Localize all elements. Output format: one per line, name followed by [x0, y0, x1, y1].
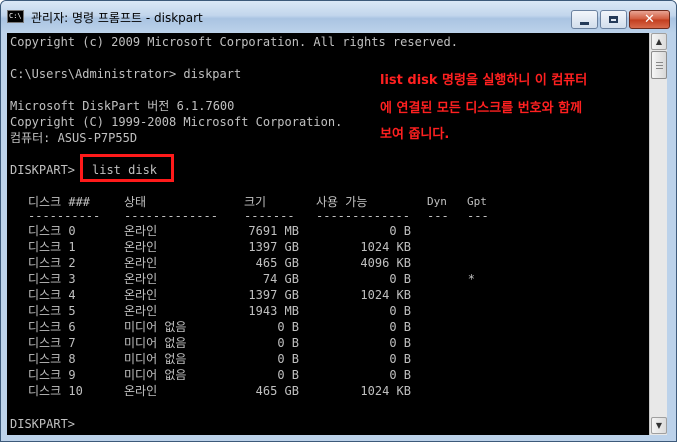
window-title: 관리자: 명령 프롬프트 - diskpart	[31, 11, 203, 25]
table-separator: -------------	[124, 209, 218, 223]
table-cell: 1397 GB	[248, 288, 299, 302]
table-cell: 1024 KB	[360, 384, 411, 398]
table-cell: 0 B	[389, 320, 411, 334]
table-cell: 74 GB	[262, 272, 299, 286]
command-prompt-window: C:\ 관리자: 명령 프롬프트 - diskpart ✕ Copyright …	[0, 0, 677, 442]
table-cell: 디스크 1	[28, 240, 76, 254]
table-cell: 온라인	[124, 304, 158, 318]
table-cell: 디스크 5	[28, 304, 76, 318]
table-cell: 1397 GB	[248, 240, 299, 254]
console-line: C:\Users\Administrator> diskpart	[10, 67, 242, 81]
table-header: 디스크 ###	[28, 195, 91, 209]
table-cell: 온라인	[124, 240, 158, 254]
table-cell: 465 GB	[255, 384, 299, 398]
maximize-icon	[609, 16, 618, 23]
cmd-icon[interactable]: C:\	[7, 10, 24, 23]
console-line: Copyright (c) 2009 Microsoft Corporation…	[10, 35, 458, 49]
table-cell: 1024 KB	[360, 288, 411, 302]
table-cell: *	[467, 272, 475, 286]
table-cell: 온라인	[124, 288, 158, 302]
table-header: Gpt	[467, 195, 487, 208]
table-separator: ----------	[28, 209, 101, 223]
table-cell: 0 B	[389, 336, 411, 350]
table-cell: 0 B	[389, 304, 411, 318]
scroll-up-button[interactable]: ▲	[651, 33, 667, 50]
table-header: 크기	[244, 195, 267, 209]
table-cell: 디스크 8	[28, 352, 76, 366]
table-cell: 0 B	[277, 368, 299, 382]
table-cell: 디스크 4	[28, 288, 76, 302]
table-cell: 디스크 3	[28, 272, 76, 286]
scroll-thumb[interactable]	[651, 51, 667, 79]
table-header: Dyn	[427, 195, 447, 208]
table-cell: 0 B	[277, 320, 299, 334]
table-cell: 1943 MB	[248, 304, 299, 318]
table-cell: 미디어 없음	[124, 352, 187, 366]
table-cell: 디스크 10	[28, 384, 83, 398]
console-line: Copyright (C) 1999-2008 Microsoft Corpor…	[10, 115, 343, 129]
table-cell: 1024 KB	[360, 240, 411, 254]
table-separator: -------------	[316, 209, 410, 223]
grip-line	[656, 65, 663, 66]
minimize-icon	[580, 21, 589, 25]
table-cell: 미디어 없음	[124, 368, 187, 382]
table-cell: 온라인	[124, 256, 158, 270]
table-cell: 0 B	[389, 272, 411, 286]
diskpart-prompt: DISKPART>	[10, 163, 83, 177]
maximize-button[interactable]	[600, 10, 627, 29]
minimize-button[interactable]	[571, 10, 598, 29]
command-highlight-box	[80, 154, 174, 182]
annotation-line: list disk 명령을 실행하니 이 컴퓨터	[380, 73, 588, 88]
close-button[interactable]: ✕	[629, 10, 670, 29]
console-line: Microsoft DiskPart 버전 6.1.7600	[10, 99, 235, 113]
table-cell: 미디어 없음	[124, 320, 187, 334]
annotation-line: 보여 줍니다.	[380, 127, 450, 142]
table-cell: 0 B	[389, 352, 411, 366]
table-cell: 7691 MB	[248, 224, 299, 238]
table-header: 상태	[124, 195, 147, 209]
table-cell: 0 B	[389, 224, 411, 238]
table-cell: 디스크 9	[28, 368, 76, 382]
table-separator: -------	[244, 209, 295, 223]
table-separator: ---	[427, 209, 449, 223]
table-header: 사용 가능	[316, 195, 368, 209]
table-cell: 0 B	[277, 352, 299, 366]
table-cell: 디스크 7	[28, 336, 76, 350]
grip-line	[656, 68, 663, 69]
table-cell: 디스크 6	[28, 320, 76, 334]
scroll-down-button[interactable]: ▼	[651, 417, 667, 434]
console-line: 컴퓨터: ASUS-P7P55D	[10, 131, 138, 145]
table-cell: 디스크 0	[28, 224, 76, 238]
table-cell: 온라인	[124, 272, 158, 286]
table-cell: 온라인	[124, 384, 158, 398]
table-cell: 465 GB	[255, 256, 299, 270]
diskpart-prompt-end: DISKPART>	[10, 417, 76, 431]
table-cell: 0 B	[277, 336, 299, 350]
table-cell: 온라인	[124, 224, 158, 238]
table-cell: 미디어 없음	[124, 336, 187, 350]
table-separator: ---	[467, 209, 489, 223]
table-cell: 4096 KB	[360, 256, 411, 270]
close-icon: ✕	[644, 12, 655, 27]
table-cell: 디스크 2	[28, 256, 76, 270]
title-bar[interactable]: C:\ 관리자: 명령 프롬프트 - diskpart ✕	[1, 1, 676, 33]
annotation-line: 에 연결된 모든 디스크를 번호와 함께	[380, 101, 583, 116]
console-output[interactable]: Copyright (c) 2009 Microsoft Corporation…	[7, 33, 649, 435]
grip-line	[656, 62, 663, 63]
vertical-scrollbar[interactable]: ▲ ▼	[649, 33, 667, 435]
table-cell: 0 B	[389, 368, 411, 382]
